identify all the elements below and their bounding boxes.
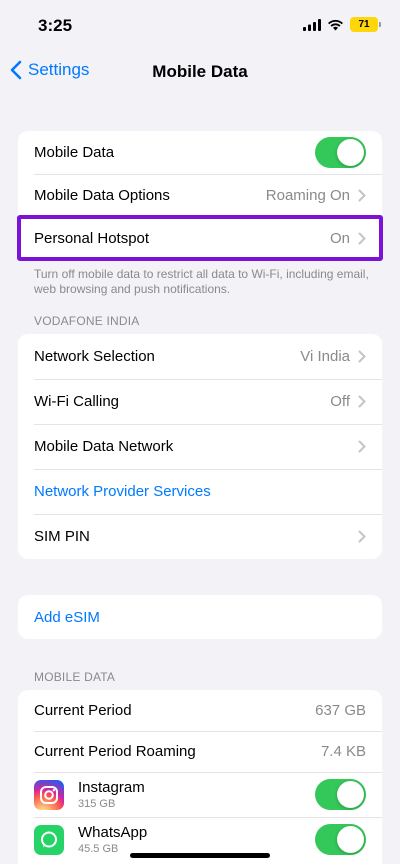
chevron-right-icon: [358, 530, 366, 543]
usage-group: Current Period 637 GB Current Period Roa…: [18, 690, 382, 864]
add-esim-label: Add eSIM: [34, 608, 100, 626]
sim-pin-row[interactable]: SIM PIN: [18, 514, 382, 559]
chevron-right-icon: [358, 395, 366, 408]
app-name: WhatsApp: [78, 824, 148, 841]
current-period-row: Current Period 637 GB: [18, 690, 382, 731]
mobile-data-row: Mobile Data: [18, 131, 382, 174]
mobile-data-group: Mobile Data Mobile Data Options Roaming …: [18, 131, 382, 260]
mobile-data-network-row[interactable]: Mobile Data Network: [18, 424, 382, 469]
network-provider-services-label: Network Provider Services: [34, 483, 211, 500]
network-selection-row[interactable]: Network Selection Vi India: [18, 334, 382, 379]
chevron-right-icon: [358, 350, 366, 363]
battery-level: 71: [358, 19, 370, 30]
add-esim-row[interactable]: Add eSIM: [18, 595, 382, 639]
mobile-data-label: Mobile Data: [34, 144, 115, 161]
usage-section-header: MOBILE DATA: [34, 670, 116, 684]
network-selection-label: Network Selection: [34, 348, 155, 365]
current-period-label: Current Period: [34, 702, 132, 719]
sim-pin-label: SIM PIN: [34, 528, 90, 545]
navigation-bar: Settings Mobile Data: [0, 52, 400, 96]
mobile-data-options-value: Roaming On: [265, 187, 350, 204]
mobile-data-network-label: Mobile Data Network: [34, 438, 174, 455]
current-period-roaming-label: Current Period Roaming: [34, 743, 196, 760]
wifi-calling-value: Off: [330, 393, 350, 410]
wifi-icon: [328, 19, 343, 30]
current-period-roaming-row: Current Period Roaming 7.4 KB: [18, 731, 382, 772]
app-text: Instagram 315 GB: [78, 779, 315, 810]
status-icons: 71: [303, 17, 381, 32]
home-indicator[interactable]: [130, 853, 270, 858]
status-bar: 3:25 71: [0, 0, 400, 52]
carrier-section-header: VODAFONE INDIA: [34, 314, 140, 328]
app-data-size: 315 GB: [78, 798, 116, 810]
page-title: Mobile Data: [152, 62, 248, 81]
wifi-calling-label: Wi-Fi Calling: [34, 393, 120, 410]
app-row-instagram: Instagram 315 GB: [18, 772, 382, 817]
mobile-data-footnote: Turn off mobile data to restrict all dat…: [34, 267, 369, 296]
network-provider-services-row[interactable]: Network Provider Services: [18, 469, 382, 514]
whatsapp-data-toggle[interactable]: [315, 824, 366, 855]
esim-group: Add eSIM: [18, 595, 382, 639]
chevron-right-icon: [358, 189, 366, 202]
current-period-value: 637 GB: [315, 702, 366, 719]
cellular-signal-icon: [303, 18, 321, 31]
wifi-calling-row[interactable]: Wi-Fi Calling Off: [18, 379, 382, 424]
app-name: Instagram: [78, 779, 145, 796]
battery-icon: 71: [350, 17, 381, 32]
chevron-right-icon: [358, 232, 366, 245]
mobile-data-options-label: Mobile Data Options: [34, 187, 170, 204]
instagram-data-toggle[interactable]: [315, 779, 366, 810]
mobile-data-options-row[interactable]: Mobile Data Options Roaming On: [18, 174, 382, 217]
app-text: WhatsApp 45.5 GB: [78, 824, 315, 855]
instagram-icon: [34, 779, 64, 810]
network-selection-value: Vi India: [300, 348, 350, 365]
personal-hotspot-row[interactable]: Personal Hotspot On: [18, 217, 382, 260]
mobile-data-toggle[interactable]: [315, 137, 366, 168]
chevron-right-icon: [358, 440, 366, 453]
current-period-roaming-value: 7.4 KB: [320, 743, 366, 760]
whatsapp-icon: [34, 824, 64, 855]
personal-hotspot-label: Personal Hotspot: [34, 230, 150, 247]
personal-hotspot-value: On: [329, 230, 350, 247]
carrier-group: Network Selection Vi India Wi-Fi Calling…: [18, 334, 382, 559]
status-time: 3:25: [38, 16, 73, 35]
